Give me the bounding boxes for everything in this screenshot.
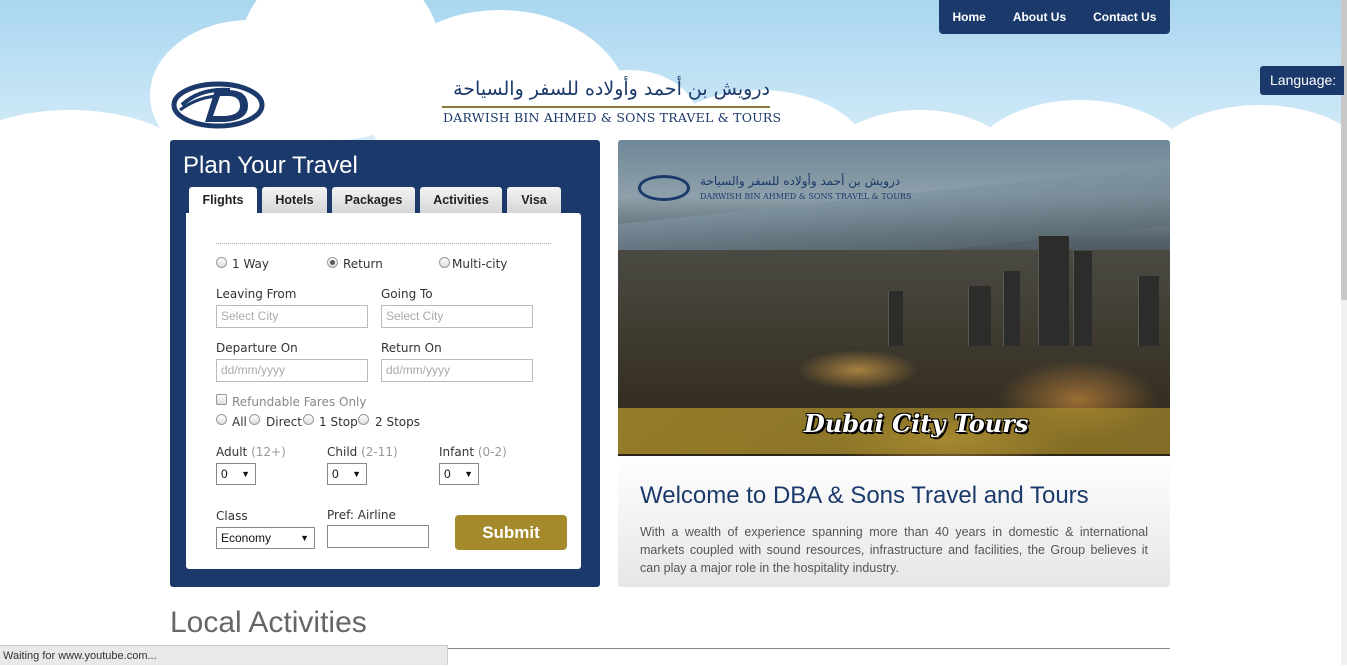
trip-return-radio[interactable]: [327, 257, 338, 268]
stops-direct-radio[interactable]: [249, 414, 260, 425]
tab-hotels[interactable]: Hotels: [262, 187, 327, 213]
nav-home-link[interactable]: Home: [952, 10, 985, 24]
stops-all-radio[interactable]: [216, 414, 227, 425]
logo-emblem-icon: [171, 81, 265, 129]
form-divider: [216, 243, 551, 244]
hero-banner[interactable]: درويش بن أحمد وأولاده للسفر والسياحة DAR…: [618, 140, 1170, 456]
hero-logo-english: DARWISH BIN AHMED & SONS TRAVEL & TOURS: [700, 192, 912, 201]
refundable-checkbox[interactable]: [216, 394, 227, 405]
nav-contact-link[interactable]: Contact Us: [1093, 10, 1156, 24]
nav-about-link[interactable]: About Us: [1013, 10, 1066, 24]
planner-tabs: Flights Hotels Packages Activities Visa: [189, 187, 566, 215]
trip-return-label: Return: [343, 257, 383, 271]
hero-tower: [1038, 236, 1069, 346]
submit-button[interactable]: Submit: [455, 515, 567, 550]
leaving-from-input[interactable]: Select City: [216, 305, 368, 328]
trip-multi-city-radio[interactable]: [439, 257, 450, 268]
adult-label: Adult (12+): [216, 445, 286, 459]
logo-divider: [442, 106, 770, 108]
trip-multi-city-label: Multi-city: [452, 257, 508, 271]
leaving-from-label: Leaving From: [216, 287, 297, 301]
departure-date-input[interactable]: dd/mm/yyyy: [216, 359, 368, 382]
local-activities-heading: Local Activities: [170, 606, 367, 639]
hero-tower: [1138, 276, 1159, 346]
adult-select[interactable]: 0 ▼: [216, 463, 256, 485]
return-label: Return On: [381, 341, 442, 355]
page-scrollbar[interactable]: [1341, 0, 1347, 665]
hero-caption: Dubai City Tours: [804, 409, 1029, 438]
logo-english-text: DARWISH BIN AHMED & SONS TRAVEL & TOURS: [443, 110, 782, 125]
departure-label: Departure On: [216, 341, 298, 355]
hero-tower: [968, 286, 991, 346]
tab-visa[interactable]: Visa: [507, 187, 561, 213]
stops-two-label: 2 Stops: [375, 415, 420, 429]
infant-select[interactable]: 0 ▼: [439, 463, 479, 485]
stops-two-radio[interactable]: [358, 414, 369, 425]
site-logo[interactable]: درويش بن أحمد وأولاده للسفر والسياحة DAR…: [170, 78, 781, 130]
hero-tower: [888, 291, 903, 346]
going-to-input[interactable]: Select City: [381, 305, 533, 328]
child-label: Child (2-11): [327, 445, 398, 459]
top-navigation: Home About Us Contact Us: [939, 0, 1170, 34]
tab-packages[interactable]: Packages: [332, 187, 415, 213]
hero-tower: [1073, 251, 1092, 346]
return-date-input[interactable]: dd/mm/yyyy: [381, 359, 533, 382]
class-label: Class: [216, 509, 248, 523]
stops-one-radio[interactable]: [303, 414, 314, 425]
travel-planner-panel: Plan Your Travel Flights Hotels Packages…: [170, 140, 600, 587]
tab-activities[interactable]: Activities: [420, 187, 502, 213]
welcome-section: Welcome to DBA & Sons Travel and Tours W…: [618, 456, 1170, 587]
trip-one-way-radio[interactable]: [216, 257, 227, 268]
stops-one-label: 1 Stop: [319, 415, 358, 429]
browser-status-bar: Waiting for www.youtube.com...: [0, 645, 448, 665]
child-select[interactable]: 0 ▼: [327, 463, 367, 485]
class-select[interactable]: Economy ▼: [216, 527, 315, 549]
welcome-title: Welcome to DBA & Sons Travel and Tours: [640, 482, 1089, 509]
hero-tower: [1003, 271, 1020, 346]
welcome-body: With a wealth of experience spanning mor…: [640, 525, 1148, 575]
stops-direct-label: Direct: [266, 415, 302, 429]
stops-all-label: All: [232, 415, 247, 429]
going-to-label: Going To: [381, 287, 433, 301]
hero-logo-icon: [638, 175, 690, 201]
infant-label: Infant (0-2): [439, 445, 507, 459]
pref-airline-label: Pref: Airline: [327, 508, 396, 522]
pref-airline-input[interactable]: [327, 525, 429, 548]
hero-logo-arabic: درويش بن أحمد وأولاده للسفر والسياحة: [700, 174, 901, 188]
tab-flights[interactable]: Flights: [189, 187, 257, 215]
trip-one-way-label: 1 Way: [232, 257, 270, 271]
language-selector[interactable]: Language:: [1260, 66, 1344, 95]
logo-arabic-text: درويش بن أحمد وأولاده للسفر والسياحة: [453, 78, 770, 100]
flight-search-form: 1 Way Return Multi-city Leaving From Sel…: [186, 213, 581, 569]
refundable-label: Refundable Fares Only: [232, 395, 367, 409]
planner-title: Plan Your Travel: [183, 152, 358, 179]
